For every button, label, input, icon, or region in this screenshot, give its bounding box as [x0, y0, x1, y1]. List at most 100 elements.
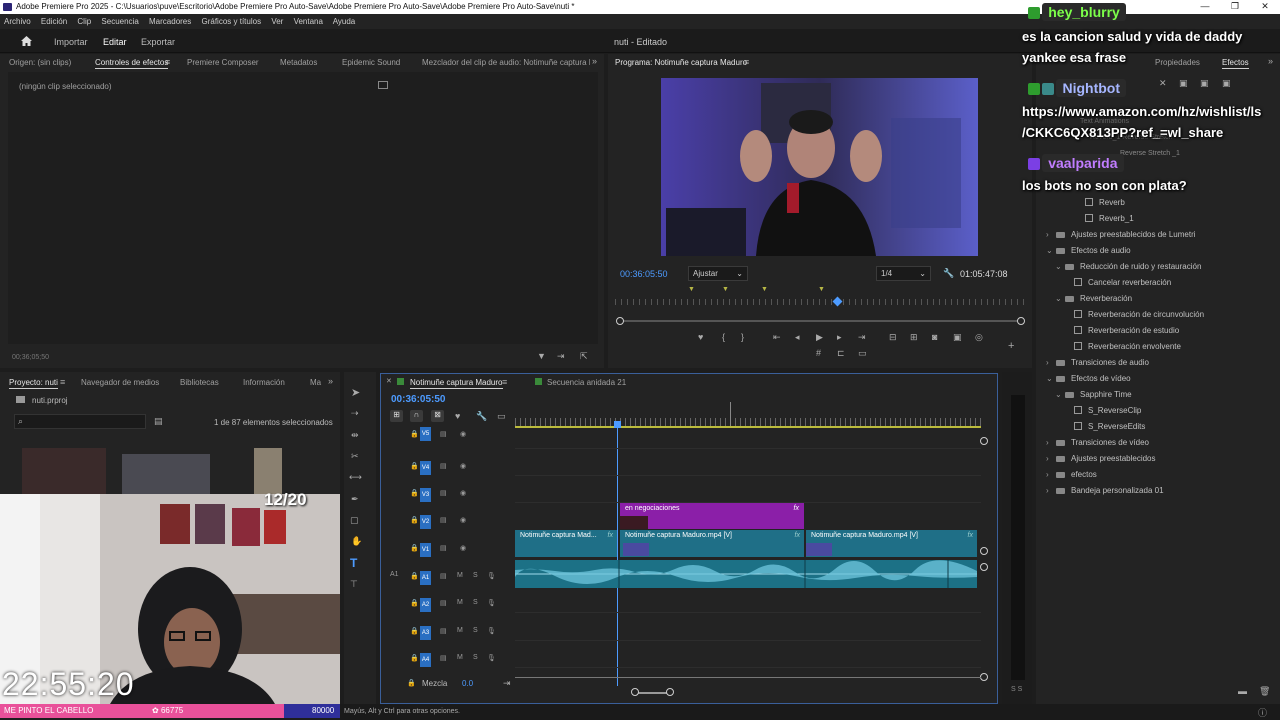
chevron-down-icon[interactable]: ⌄: [1046, 371, 1056, 387]
effects-tree-item[interactable]: › Ajustes preestablecidos de Lumetri: [1046, 227, 1276, 243]
project-thumbnail[interactable]: [22, 448, 106, 494]
chevron-down-icon[interactable]: ⌄: [1055, 291, 1065, 307]
program-title[interactable]: Programa: Notimuñe captura Maduro: [615, 58, 747, 67]
panel-menu-icon[interactable]: ≡: [60, 377, 65, 387]
sync-lock-icon[interactable]: ▤: [440, 516, 447, 524]
more-tabs-icon[interactable]: »: [1268, 56, 1273, 66]
info-icon[interactable]: ⓘ: [1258, 706, 1267, 719]
effect-item[interactable]: Reverse Stretch _1: [1120, 150, 1180, 157]
tab-sequence-nested[interactable]: Secuencia anidada 21: [547, 378, 626, 387]
caption-tool-icon[interactable]: ⊤: [350, 579, 358, 590]
mute-button[interactable]: M: [457, 572, 463, 579]
display-icon[interactable]: ▭: [858, 348, 867, 359]
slip-tool-icon[interactable]: ⟷: [349, 472, 362, 483]
32bit-fx-icon[interactable]: ▣: [1200, 78, 1209, 89]
effect-item-reverb-1[interactable]: Reverb_1: [1085, 214, 1134, 223]
scroll-handle[interactable]: [980, 547, 988, 555]
effects-tree-item[interactable]: ⌄ Efectos de vídeo: [1046, 371, 1276, 387]
effects-tree-item[interactable]: › Transiciones de vídeo: [1046, 435, 1276, 451]
effects-tree-item[interactable]: Reverberación de estudio: [1046, 323, 1276, 339]
sync-lock-icon[interactable]: ▤: [440, 599, 447, 607]
effects-tree-item[interactable]: ⌄ Reverberación: [1046, 291, 1276, 307]
sync-lock-icon[interactable]: ▤: [440, 572, 447, 580]
resolution-dropdown[interactable]: 1/4 ⌄: [876, 266, 931, 281]
tab-metadata[interactable]: Metadatos: [280, 58, 317, 67]
home-icon[interactable]: [20, 35, 33, 47]
sync-lock-icon[interactable]: ▤: [440, 489, 447, 497]
solo-button[interactable]: S: [473, 627, 478, 634]
solo-button[interactable]: S: [473, 572, 478, 579]
effects-tree-item[interactable]: S_ReverseEdits: [1046, 419, 1276, 435]
mute-button[interactable]: M: [457, 654, 463, 661]
audio-clip-a1[interactable]: [515, 560, 977, 588]
compare-icon[interactable]: ▣: [953, 332, 962, 343]
effects-tree-item[interactable]: ⌄ Sapphire Time: [1046, 387, 1276, 403]
menu-archivo[interactable]: Archivo: [4, 17, 31, 26]
graphic-clip[interactable]: en negociaciones fx: [620, 503, 804, 529]
lock-icon[interactable]: 🔒: [410, 544, 419, 552]
menu-secuencia[interactable]: Secuencia: [101, 17, 138, 26]
menu-clip[interactable]: Clip: [77, 17, 91, 26]
clear-search-icon[interactable]: ✕: [1159, 78, 1167, 89]
razor-tool-icon[interactable]: ✂: [351, 451, 359, 462]
program-current-timecode[interactable]: 00:36:05:50: [620, 269, 668, 279]
import-tab[interactable]: Importar: [54, 37, 88, 47]
effects-tree-item[interactable]: S_ReverseClip: [1046, 403, 1276, 419]
new-bin-icon[interactable]: ▤: [154, 416, 163, 427]
play-icon[interactable]: ▶: [816, 332, 823, 343]
mix-value[interactable]: 0.0: [462, 679, 473, 688]
wrench-icon[interactable]: 🔧: [943, 268, 954, 279]
chevron-right-icon[interactable]: ›: [1046, 435, 1056, 451]
minimize-button[interactable]: —: [1190, 0, 1220, 14]
track-target-v1[interactable]: V1: [420, 543, 431, 557]
rectangle-tool-icon[interactable]: ▢: [350, 515, 359, 526]
program-video-frame[interactable]: [661, 78, 978, 256]
filter-icon[interactable]: ▼: [537, 351, 546, 361]
effects-tree-item[interactable]: Reverberación de circunvolución: [1046, 307, 1276, 323]
accelerated-fx-icon[interactable]: ▣: [1179, 78, 1188, 89]
effect-item[interactable]: Text Animations: [1080, 118, 1129, 125]
tab-effects[interactable]: Efectos: [1222, 58, 1249, 69]
mark-in-icon[interactable]: {: [722, 332, 725, 342]
go-to-end-icon[interactable]: ⇥: [503, 678, 511, 689]
menu-graficos[interactable]: Gráficos y títulos: [202, 17, 262, 26]
effects-tree-item[interactable]: › Bandeja personalizada 01: [1046, 483, 1276, 499]
effects-tree-item[interactable]: Cancelar reverberación: [1046, 275, 1276, 291]
menu-ventana[interactable]: Ventana: [294, 17, 323, 26]
solo-button[interactable]: S: [473, 654, 478, 661]
work-area-bar[interactable]: [515, 426, 981, 428]
eye-icon[interactable]: ◉: [460, 544, 466, 552]
tab-more[interactable]: Ma: [310, 378, 321, 387]
menu-ayuda[interactable]: Ayuda: [333, 17, 356, 26]
captions-icon[interactable]: ▭: [497, 411, 506, 422]
menu-ver[interactable]: Ver: [271, 17, 283, 26]
microphone-icon[interactable]: 🎙: [487, 599, 496, 607]
zoom-handle-left[interactable]: [631, 688, 639, 696]
microphone-icon[interactable]: 🎙: [487, 654, 496, 662]
yuv-fx-icon[interactable]: ▣: [1222, 78, 1231, 89]
lock-icon[interactable]: 🔒: [410, 572, 419, 580]
vr-icon[interactable]: ◎: [975, 332, 983, 343]
timeline-timecode[interactable]: 00:36:05:50: [391, 394, 445, 405]
add-marker-icon[interactable]: ♥: [455, 411, 460, 421]
lock-icon[interactable]: 🔒: [410, 430, 419, 438]
chevron-right-icon[interactable]: ›: [1046, 227, 1056, 243]
effects-tree-item[interactable]: › efectos: [1046, 467, 1276, 483]
nest-icon[interactable]: ⊞: [390, 410, 403, 422]
track-target-v3[interactable]: V3: [420, 488, 431, 502]
track-select-tool-icon[interactable]: ⇢: [351, 408, 359, 419]
eye-icon[interactable]: ◉: [460, 489, 466, 497]
tab-effect-controls[interactable]: Controles de efectos: [95, 58, 169, 69]
effects-tree-item[interactable]: ⌄ Reducción de ruido y restauración: [1046, 259, 1276, 275]
effects-tree-item[interactable]: › Ajustes preestablecidos: [1046, 451, 1276, 467]
solo-button[interactable]: S S: [1011, 686, 1022, 693]
chevron-right-icon[interactable]: ›: [1046, 483, 1056, 499]
chevron-down-icon[interactable]: ⌄: [1055, 259, 1065, 275]
pen-tool-icon[interactable]: ✒: [351, 494, 359, 505]
tab-libraries[interactable]: Bibliotecas: [180, 378, 219, 387]
microphone-icon[interactable]: 🎙: [487, 627, 496, 635]
tab-premiere-composer[interactable]: Premiere Composer: [187, 58, 259, 67]
mute-button[interactable]: M: [457, 627, 463, 634]
track-target-v4[interactable]: V4: [420, 461, 431, 475]
chevron-down-icon[interactable]: ⌄: [1055, 387, 1065, 403]
